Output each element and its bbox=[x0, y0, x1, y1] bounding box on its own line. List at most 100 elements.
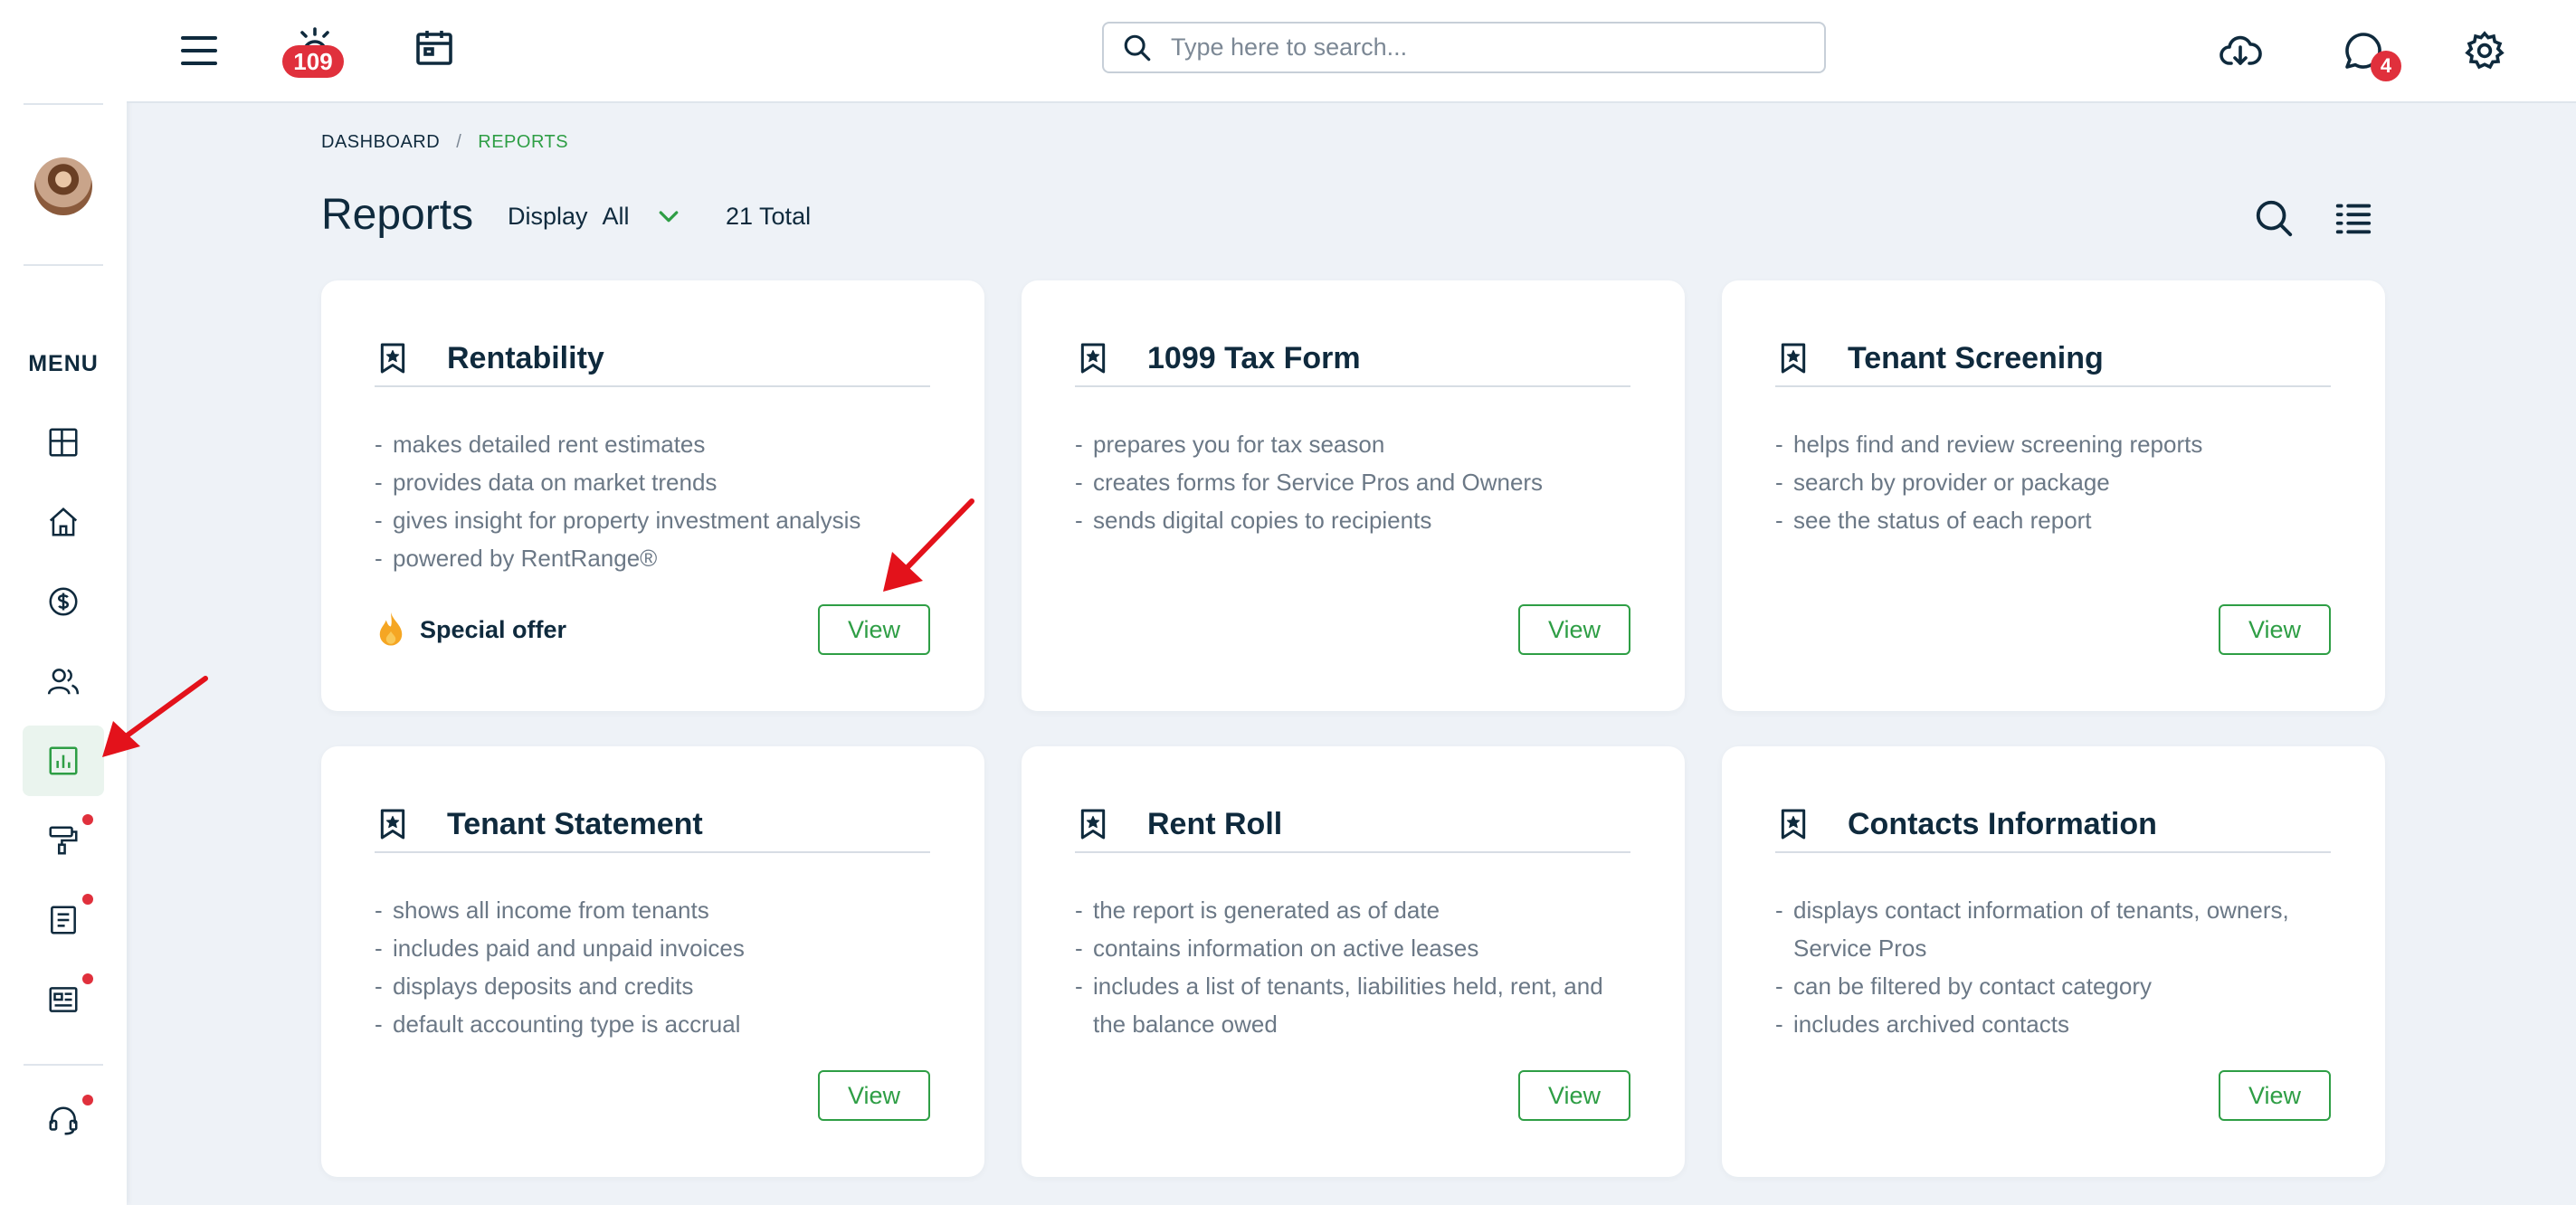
search-icon bbox=[2256, 200, 2293, 237]
cloud-download-icon bbox=[2220, 35, 2262, 65]
card-feature-list: shows all income from tenants includes p… bbox=[375, 891, 954, 1043]
sidebar-divider bbox=[24, 264, 103, 266]
reports-icon bbox=[49, 746, 78, 775]
sidebar-item-maintenance[interactable] bbox=[23, 805, 104, 876]
messages-count-badge: 4 bbox=[2371, 51, 2401, 81]
card-feature: provides data on market trends bbox=[375, 463, 954, 501]
card-feature: makes detailed rent estimates bbox=[375, 425, 954, 463]
bookmark-star-icon bbox=[380, 809, 405, 840]
dashboard-icon bbox=[49, 428, 78, 457]
notification-dot bbox=[82, 1095, 93, 1105]
card-feature: default accounting type is accrual bbox=[375, 1005, 954, 1043]
view-button[interactable]: View bbox=[2219, 604, 2331, 655]
alarm-button[interactable]: 109 bbox=[282, 20, 344, 78]
calendar-button[interactable] bbox=[409, 22, 460, 72]
flame-icon bbox=[379, 612, 403, 646]
sidebar-item-reports[interactable] bbox=[23, 726, 104, 796]
card-feature: powered by RentRange® bbox=[375, 539, 954, 577]
report-card-1099-tax-form: 1099 Tax Form prepares you for tax seaso… bbox=[1022, 280, 1685, 711]
paint-roller-icon bbox=[49, 826, 78, 855]
display-value: All bbox=[602, 203, 630, 230]
chevron-down-icon bbox=[659, 210, 678, 222]
gear-icon bbox=[2465, 31, 2505, 70]
sidebar: MENU bbox=[0, 0, 127, 1205]
sidebar-item-accounting[interactable] bbox=[23, 566, 104, 637]
card-title: Rentability bbox=[447, 340, 604, 375]
search-box[interactable] bbox=[1102, 22, 1826, 73]
bookmark-star-icon bbox=[380, 343, 405, 374]
card-header: Rentability bbox=[375, 337, 930, 387]
sidebar-item-support[interactable] bbox=[23, 1086, 104, 1156]
card-title: Tenant Screening bbox=[1848, 340, 2104, 375]
list-icon bbox=[2335, 204, 2372, 234]
avatar[interactable] bbox=[34, 157, 92, 215]
card-feature-list: helps find and review screening reports … bbox=[1775, 425, 2354, 539]
breadcrumb: DASHBOARD / REPORTS bbox=[321, 132, 568, 153]
document-icon bbox=[51, 906, 76, 935]
sidebar-item-dashboard[interactable] bbox=[23, 407, 104, 478]
calendar-icon bbox=[416, 31, 452, 65]
card-feature-list: the report is generated as of date conta… bbox=[1075, 891, 1636, 1043]
sidebar-item-communications[interactable] bbox=[23, 964, 104, 1035]
support-headset-icon bbox=[49, 1106, 78, 1135]
messages-button[interactable]: 4 bbox=[2336, 24, 2401, 81]
hamburger-menu-button[interactable] bbox=[174, 25, 224, 76]
card-feature: prepares you for tax season bbox=[1075, 425, 1654, 463]
breadcrumb-dashboard-link[interactable]: DASHBOARD bbox=[321, 132, 440, 153]
dollar-icon bbox=[49, 587, 78, 616]
card-feature-list: displays contact information of tenants,… bbox=[1775, 891, 2345, 1043]
settings-button[interactable] bbox=[2457, 24, 2512, 78]
annotation-arrow bbox=[883, 498, 974, 592]
notification-dot bbox=[82, 973, 93, 984]
notification-dot bbox=[82, 814, 93, 825]
page-title: Reports bbox=[321, 191, 474, 239]
view-button[interactable]: View bbox=[818, 604, 930, 655]
card-feature: can be filtered by contact category bbox=[1775, 967, 2345, 1005]
list-view-button[interactable] bbox=[2331, 195, 2376, 241]
card-title: Rent Roll bbox=[1147, 806, 1283, 841]
card-header: Tenant Statement bbox=[375, 802, 930, 853]
download-button[interactable] bbox=[2213, 24, 2267, 78]
bookmark-star-icon bbox=[1080, 809, 1106, 840]
sidebar-item-contacts[interactable] bbox=[23, 646, 104, 716]
news-icon bbox=[49, 987, 78, 1012]
menu-label: MENU bbox=[28, 351, 99, 376]
report-card-rentability: Rentability makes detailed rent estimate… bbox=[321, 280, 984, 711]
bookmark-star-icon bbox=[1781, 809, 1806, 840]
card-feature: displays deposits and credits bbox=[375, 967, 954, 1005]
card-feature: includes a list of tenants, liabilities … bbox=[1075, 967, 1636, 1043]
card-title: Contacts Information bbox=[1848, 806, 2157, 841]
card-feature: includes archived contacts bbox=[1775, 1005, 2345, 1043]
sidebar-divider bbox=[24, 103, 103, 105]
card-feature: includes paid and unpaid invoices bbox=[375, 929, 954, 967]
card-feature: sends digital copies to recipients bbox=[1075, 501, 1654, 539]
total-count: 21 Total bbox=[726, 203, 812, 230]
card-feature: displays contact information of tenants,… bbox=[1775, 891, 2345, 967]
card-feature: helps find and review screening reports bbox=[1775, 425, 2354, 463]
view-button[interactable]: View bbox=[2219, 1070, 2331, 1121]
breadcrumb-separator: / bbox=[456, 132, 462, 152]
card-feature: see the status of each report bbox=[1775, 501, 2354, 539]
sidebar-item-documents[interactable] bbox=[23, 885, 104, 955]
card-feature: the report is generated as of date bbox=[1075, 891, 1636, 929]
display-label: Display bbox=[508, 203, 588, 230]
annotation-arrow bbox=[102, 676, 208, 757]
hamburger-icon bbox=[181, 36, 217, 65]
display-filter[interactable]: Display All bbox=[508, 203, 682, 231]
view-button[interactable]: View bbox=[1518, 604, 1630, 655]
report-card-rent-roll: Rent Roll the report is generated as of … bbox=[1022, 746, 1685, 1177]
reports-search-button[interactable] bbox=[2251, 195, 2296, 241]
view-button[interactable]: View bbox=[1518, 1070, 1630, 1121]
card-feature-list: prepares you for tax season creates form… bbox=[1075, 425, 1654, 539]
card-feature: shows all income from tenants bbox=[375, 891, 954, 929]
alarm-count-badge: 109 bbox=[282, 45, 344, 78]
view-button[interactable]: View bbox=[818, 1070, 930, 1121]
card-header: Rent Roll bbox=[1075, 802, 1630, 853]
search-input[interactable] bbox=[1171, 33, 1804, 62]
sidebar-divider bbox=[24, 1064, 103, 1066]
special-offer: Special offer bbox=[375, 604, 566, 655]
report-card-contacts-information: Contacts Information displays contact in… bbox=[1722, 746, 2385, 1177]
special-offer-label: Special offer bbox=[420, 615, 567, 643]
card-feature: gives insight for property investment an… bbox=[375, 501, 954, 539]
sidebar-item-properties[interactable] bbox=[23, 487, 104, 557]
